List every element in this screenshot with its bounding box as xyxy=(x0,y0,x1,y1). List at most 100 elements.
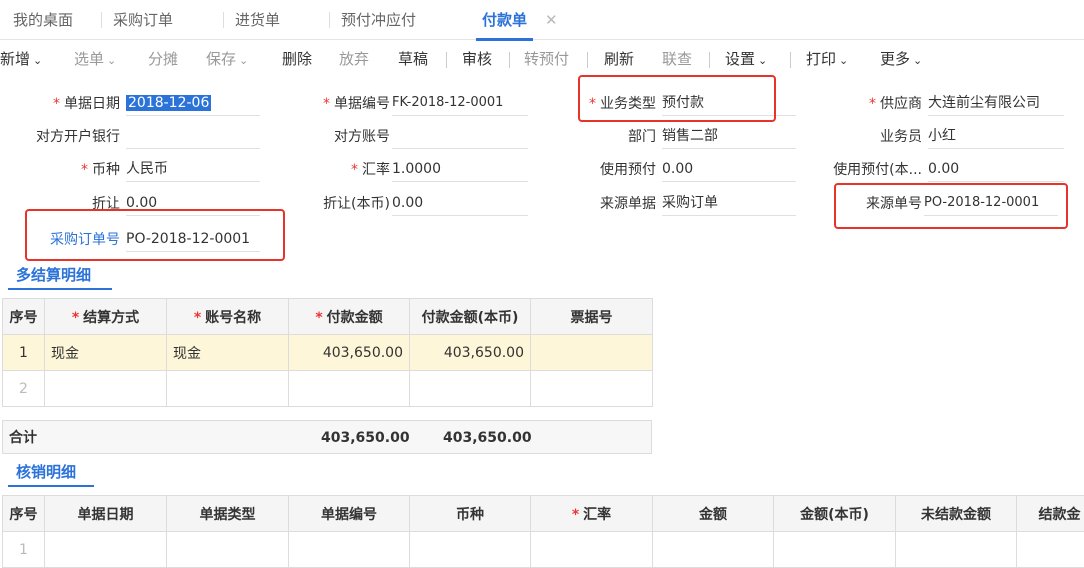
account-label: 对方账号 xyxy=(334,129,390,145)
settle-method-cell[interactable] xyxy=(44,370,167,407)
print-label: 打印 xyxy=(806,50,837,68)
col-unsettled-amount: 未结款金额 xyxy=(895,495,1017,532)
bill-no-cell[interactable] xyxy=(530,370,653,407)
total-label: 合计 xyxy=(9,430,37,446)
bank-field[interactable] xyxy=(126,125,260,149)
salesman-label: 业务员 xyxy=(880,129,922,145)
new-button[interactable]: 新增 ⌄ xyxy=(0,40,42,78)
department-label: 部门 xyxy=(628,129,656,145)
discount-local-field[interactable]: 0.00 xyxy=(392,192,528,216)
row-index: 2 xyxy=(2,370,45,407)
use-prepay-local-field[interactable]: 0.00 xyxy=(928,158,1064,182)
writeoff-header-row: 序号 单据日期 单据类型 单据编号 币种 * 汇率 金额 金额(本币) 未结款金额… xyxy=(2,495,1084,532)
currency-label: * 币种 xyxy=(81,162,120,178)
doc-no-cell[interactable] xyxy=(288,531,410,568)
chevron-down-icon: ⌄ xyxy=(758,54,768,67)
col-index: 序号 xyxy=(2,298,45,335)
highlight-box-biz-type xyxy=(578,75,776,122)
unsettled-amount-cell[interactable] xyxy=(895,531,1017,568)
use-prepay-field[interactable]: 0.00 xyxy=(662,158,796,182)
department-field[interactable]: 销售二部 xyxy=(662,125,796,149)
account-name-cell[interactable]: 现金 xyxy=(166,334,289,371)
col-currency: 币种 xyxy=(409,495,531,532)
highlight-box-source-no xyxy=(834,183,1068,229)
toolbar-divider xyxy=(509,52,510,68)
col-amount-local: 金额(本币) xyxy=(773,495,896,532)
tab-desktop[interactable]: 我的桌面 xyxy=(13,0,73,40)
supplier-label: * 供应商 xyxy=(869,96,922,112)
save-button[interactable]: 保存 ⌄ xyxy=(206,40,248,78)
more-button[interactable]: 更多 ⌄ xyxy=(880,40,922,78)
doc-no-field[interactable]: FK-2018-12-0001 xyxy=(392,92,528,116)
col-index: 序号 xyxy=(2,495,45,532)
salesman-field[interactable]: 小红 xyxy=(928,125,1064,149)
draft-button[interactable]: 草稿 xyxy=(398,40,428,78)
doc-type-cell[interactable] xyxy=(166,531,289,568)
col-settled-amount: 结款金 xyxy=(1016,495,1084,532)
bill-no-cell[interactable] xyxy=(530,334,653,371)
pay-amount-local-cell[interactable]: 403,650.00 xyxy=(409,334,531,371)
col-account-name: * 账号名称 xyxy=(166,298,289,335)
toolbar: 新增 ⌄ 选单 ⌄ 分摊 保存 ⌄ 删除 放弃 草稿 审核 转预付 刷新 联查 设置 ⌄… xyxy=(0,40,1084,78)
table-row[interactable]: 1 现金 现金 403,650.00 403,650.00 xyxy=(2,334,653,371)
col-bill-no: 票据号 xyxy=(530,298,653,335)
writeoff-section-title: 核销明细 xyxy=(16,463,77,481)
chevron-down-icon: ⌄ xyxy=(239,54,249,67)
tab-receipt[interactable]: 进货单 xyxy=(222,0,280,40)
rate-field[interactable]: 1.0000 xyxy=(392,158,528,182)
refresh-button[interactable]: 刷新 xyxy=(604,40,634,78)
settings-label: 设置 xyxy=(725,50,756,68)
doc-no-label: * 单据编号 xyxy=(323,96,390,112)
toolbar-divider xyxy=(790,52,791,68)
doc-date-cell[interactable] xyxy=(44,531,167,568)
total-amount: 403,650.00 xyxy=(321,430,410,446)
close-icon[interactable]: ✕ xyxy=(545,0,558,40)
save-label: 保存 xyxy=(206,50,237,68)
doc-date-label: * 单据日期 xyxy=(53,96,120,112)
tab-payment[interactable]: 付款单 xyxy=(475,0,534,41)
amount-local-cell[interactable] xyxy=(773,531,896,568)
col-settle-method: * 结算方式 xyxy=(44,298,167,335)
tab-purchase-order[interactable]: 采购订单 xyxy=(100,0,173,40)
table-row[interactable]: 2 xyxy=(2,370,653,407)
currency-cell[interactable] xyxy=(409,531,531,568)
col-pay-amount: * 付款金额 xyxy=(288,298,410,335)
account-field[interactable] xyxy=(392,125,528,149)
print-button[interactable]: 打印 ⌄ xyxy=(806,40,848,78)
allocate-button[interactable]: 分摊 xyxy=(148,40,178,78)
discard-button[interactable]: 放弃 xyxy=(339,40,369,78)
col-doc-no: 单据编号 xyxy=(288,495,410,532)
col-pay-amount-local: 付款金额(本币) xyxy=(409,298,531,335)
chevron-down-icon: ⌄ xyxy=(839,54,849,67)
toolbar-divider xyxy=(587,52,588,68)
settle-section-title: 多结算明细 xyxy=(16,266,92,284)
audit-button[interactable]: 审核 xyxy=(462,40,492,78)
chevron-down-icon: ⌄ xyxy=(33,54,43,67)
settle-method-cell[interactable]: 现金 xyxy=(44,334,167,371)
chevron-down-icon: ⌄ xyxy=(913,54,923,67)
delete-button[interactable]: 删除 xyxy=(282,40,312,78)
amount-cell[interactable] xyxy=(652,531,774,568)
row-index: 1 xyxy=(2,334,45,371)
pay-amount-local-cell[interactable] xyxy=(409,370,531,407)
account-name-cell[interactable] xyxy=(166,370,289,407)
settled-amount-cell[interactable] xyxy=(1016,531,1084,568)
settings-button[interactable]: 设置 ⌄ xyxy=(725,40,767,78)
query-button[interactable]: 联查 xyxy=(662,40,692,78)
rate-cell[interactable] xyxy=(530,531,653,568)
pay-amount-cell[interactable] xyxy=(288,370,410,407)
to-prepay-button[interactable]: 转预付 xyxy=(524,40,569,78)
toolbar-divider xyxy=(446,52,447,68)
settle-header-row: 序号 * 结算方式 * 账号名称 * 付款金额 付款金额(本币) 票据号 xyxy=(2,298,653,335)
highlight-box-po-no xyxy=(25,209,285,261)
table-row[interactable]: 1 xyxy=(2,531,1084,568)
chevron-down-icon: ⌄ xyxy=(107,54,117,67)
select-button[interactable]: 选单 ⌄ xyxy=(74,40,116,78)
tab-bar: 我的桌面 采购订单 进货单 预付冲应付 付款单 ✕ xyxy=(0,0,1084,41)
tab-prepay-offset[interactable]: 预付冲应付 xyxy=(328,0,416,40)
currency-field[interactable]: 人民币 xyxy=(126,158,260,182)
source-doc-field[interactable]: 采购订单 xyxy=(662,192,796,216)
pay-amount-cell[interactable]: 403,650.00 xyxy=(288,334,410,371)
supplier-field[interactable]: 大连前尘有限公司 xyxy=(928,92,1064,116)
doc-date-field[interactable]: 2018-12-06 xyxy=(126,92,260,116)
